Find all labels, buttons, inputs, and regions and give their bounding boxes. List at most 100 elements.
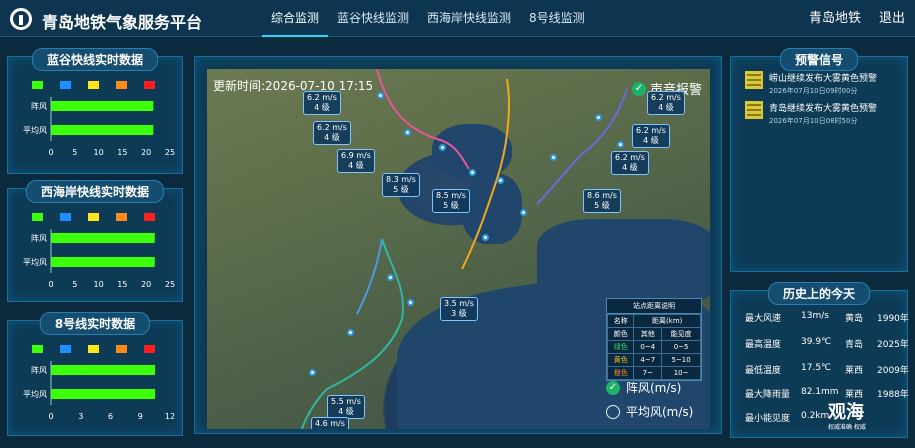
station-marker[interactable] — [617, 141, 624, 148]
check-icon: ✓ — [606, 380, 620, 395]
station-marker[interactable] — [407, 299, 414, 306]
tick-label: 5 — [72, 148, 77, 157]
legend-cell: 0~4 — [633, 340, 663, 354]
wind-tag[interactable]: 6.2 m/s 4 级 — [611, 151, 649, 175]
qingdao-metro-link[interactable]: 青岛地铁 — [809, 0, 861, 37]
wind-tag[interactable]: 3.5 m/s 3 级 — [440, 297, 478, 321]
bar — [51, 101, 154, 111]
station-marker[interactable] — [520, 209, 527, 216]
category-label: 平均风 — [23, 257, 47, 267]
tick-label: 10 — [94, 148, 104, 157]
wind-tag[interactable]: 8.3 m/s 5 级 — [382, 173, 420, 197]
tick-label: 3 — [78, 412, 83, 421]
tick-label: 25 — [165, 148, 175, 157]
legend-swatch — [60, 345, 71, 353]
category-label: 阵风 — [31, 365, 47, 375]
legend-cell: 10~ — [661, 366, 701, 380]
fog-warning-icon — [745, 71, 763, 89]
tick-label: 0 — [48, 148, 53, 157]
langu-line-chart: 阵风平均风 0 5 10 15 20 25 — [23, 81, 175, 157]
distance-legend-title: 站点距离说明 — [607, 299, 701, 314]
legend-swatch — [88, 213, 99, 221]
guanhai-watermark: 观海 权威准确 权威 — [828, 402, 866, 431]
tab-overview[interactable]: 综合监测 — [262, 0, 329, 37]
alert-time: 2026年07月10日09时00分 — [769, 87, 858, 95]
alert-item[interactable]: 崂山继续发布大雾黄色预警 2026年07月10日09时00分 — [745, 71, 877, 96]
tick-label: 6 — [108, 412, 113, 421]
station-marker[interactable] — [347, 329, 354, 336]
station-marker[interactable] — [309, 369, 316, 376]
fog-warning-icon — [745, 101, 763, 119]
legend-yellow: 黄色 — [606, 353, 635, 367]
wind-tag[interactable]: 6.2 m/s 4 级 — [647, 91, 685, 115]
average-wind-option-label: 平均风(m/s) — [626, 405, 694, 419]
tick-label: 10 — [94, 280, 104, 289]
metro-map[interactable]: 更新时间:2026-07-10 17:15 ✓ 声音报警 6.2 m/s4 级 … — [207, 69, 710, 429]
legend-cell: 7~ — [633, 366, 663, 380]
panel-title: 历史上的今天 — [767, 282, 871, 305]
station-marker[interactable] — [439, 144, 446, 151]
wind-tag[interactable]: 8.5 m/s 5 级 — [432, 189, 470, 213]
legend-orange: 橙色 — [606, 366, 635, 380]
alert-title: 崂山继续发布大雾黄色预警 — [769, 74, 878, 84]
gust-option[interactable]: ✓ 阵风(m/s) — [606, 379, 702, 396]
app-title: 青岛地铁气象服务平台 — [42, 13, 203, 32]
legend-swatch — [144, 213, 155, 221]
tick-label: 25 — [165, 280, 175, 289]
wind-tag[interactable]: 4.6 m/s — [311, 417, 349, 429]
tab-line-8[interactable]: 8号线监测 — [520, 0, 594, 37]
bar — [51, 365, 156, 375]
tick-label: 0 — [48, 412, 53, 421]
station-marker[interactable] — [497, 177, 504, 184]
tick-label: 15 — [117, 148, 127, 157]
station-marker[interactable] — [377, 92, 384, 99]
history-row: 最高温度 39.9℃ 青岛 2025年 — [745, 337, 909, 350]
wind-tag[interactable]: 6.2 m/s 4 级 — [313, 121, 351, 145]
panel-title: 预警信号 — [779, 48, 859, 71]
legend-swatch — [116, 81, 127, 89]
alert-item[interactable]: 青岛继续发布大雾黄色预警 2026年07月10日08时50分 — [745, 101, 877, 126]
line-8-panel: 8号线实时数据 阵风 平均风 0 3 6 9 12 — [7, 312, 183, 436]
bar — [51, 389, 156, 399]
history-row: 最低温度 17.5℃ 莱西 2009年 — [745, 363, 909, 376]
top-bar: 青岛地铁气象服务平台 综合监测 蓝谷快线监测 西海岸快线监测 8号线监测 青岛地… — [0, 0, 915, 37]
tick-label: 0 — [48, 280, 53, 289]
history-row: 最大风速 13m/s 黄岛 1990年 — [745, 311, 909, 324]
wind-tag[interactable]: 6.9 m/s 4 级 — [337, 149, 375, 173]
radio-icon — [606, 404, 620, 419]
line-8-chart: 阵风平均风 0 3 6 9 12 — [23, 345, 175, 421]
alert-time: 2026年07月10日08时50分 — [769, 117, 858, 125]
top-right-links: 青岛地铁 退出 — [809, 0, 905, 37]
category-label: 平均风 — [23, 125, 47, 135]
tick-label: 5 — [72, 280, 77, 289]
station-marker[interactable] — [482, 234, 489, 241]
station-marker[interactable] — [387, 274, 394, 281]
legend-swatch — [144, 345, 155, 353]
legend-swatch — [88, 345, 99, 353]
logout-button[interactable]: 退出 — [879, 0, 905, 37]
map-panel: 更新时间:2026-07-10 17:15 ✓ 声音报警 6.2 m/s4 级 … — [194, 56, 722, 434]
legend-subheader-color: 颜色 — [606, 327, 635, 341]
wind-tag[interactable]: 6.2 m/s 4 级 — [632, 124, 670, 148]
station-marker[interactable] — [595, 114, 602, 121]
history-panel: 历史上的今天 最大风速 13m/s 黄岛 1990年 最高温度 39.9℃ 青岛 2025年… — [730, 282, 909, 438]
station-marker[interactable] — [404, 129, 411, 136]
category-label: 阵风 — [31, 233, 47, 243]
legend-swatch — [60, 213, 71, 221]
distance-legend: 站点距离说明 名称 距离(km) 颜色 其他 能见度 绿色 0~4 0~5 黄色 — [606, 298, 702, 381]
tab-west-coast-line[interactable]: 西海岸快线监测 — [418, 0, 520, 37]
wind-tag[interactable]: 5.5 m/s 4 级 — [327, 395, 365, 419]
legend-swatch — [116, 213, 127, 221]
update-time: 更新时间:2026-07-10 17:15 — [213, 79, 374, 93]
wind-tag[interactable]: 6.2 m/s 4 级 — [303, 91, 341, 115]
average-wind-option[interactable]: 平均风(m/s) — [606, 403, 702, 420]
bar — [51, 125, 154, 135]
legend-cell: 0~5 — [661, 340, 701, 354]
legend-header-name: 名称 — [606, 314, 635, 328]
tab-langu-line[interactable]: 蓝谷快线监测 — [328, 0, 418, 37]
legend-swatch — [116, 345, 127, 353]
wind-tag[interactable]: 8.6 m/s 5 级 — [583, 189, 621, 213]
station-marker[interactable] — [469, 169, 476, 176]
legend-swatch — [60, 81, 71, 89]
station-marker[interactable] — [550, 154, 557, 161]
